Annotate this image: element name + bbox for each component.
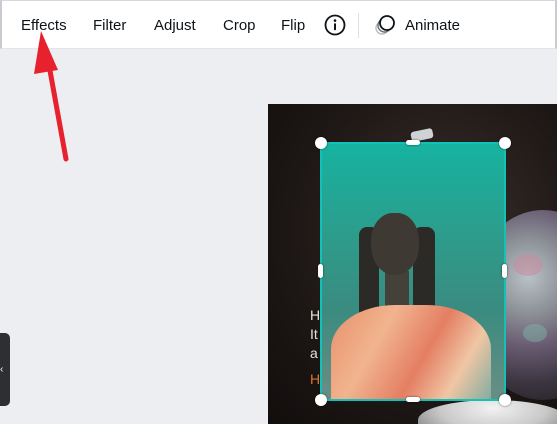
hand-graphic[interactable] [418,400,557,424]
design-text-accent: H [310,371,321,387]
selection-frame [320,142,506,401]
effects-button[interactable]: Effects [21,1,67,49]
toolbar-divider [358,13,359,38]
filter-label: Filter [93,16,127,34]
resize-handle-right[interactable] [502,264,507,278]
design-text-line: a [310,345,318,361]
resize-handle-top-left[interactable] [315,137,327,149]
side-panel-toggle[interactable]: ‹ [0,333,10,406]
flip-label: Flip [281,16,306,34]
adjust-button[interactable]: Adjust [154,1,196,49]
animate-button[interactable]: Animate [374,1,460,49]
design-text-block[interactable]: H It a H [310,306,320,389]
resize-handle-bottom[interactable] [406,397,420,402]
resize-handle-bottom-right[interactable] [499,394,511,406]
resize-handle-bottom-left[interactable] [315,394,327,406]
design-text-line: It [310,326,318,342]
chevron-left-icon: ‹ [0,364,4,375]
filter-button[interactable]: Filter [93,1,126,49]
flip-button[interactable]: Flip [281,1,305,49]
resize-handle-top[interactable] [406,140,420,145]
crop-label: Crop [223,16,256,34]
effects-label: Effects [21,16,67,34]
resize-handle-left[interactable] [318,264,323,278]
design-text-line: H [310,307,321,323]
crop-button[interactable]: Crop [223,1,256,49]
resize-handle-top-right[interactable] [499,137,511,149]
adjust-label: Adjust [154,16,196,34]
info-button[interactable] [323,1,347,49]
planet-detail [513,254,543,276]
info-icon [324,14,346,36]
image-toolbar: Effects Filter Adjust Crop Flip Animate [0,0,557,49]
planet-detail [523,324,547,342]
animate-label: Animate [405,16,461,34]
animate-icon [375,15,395,35]
